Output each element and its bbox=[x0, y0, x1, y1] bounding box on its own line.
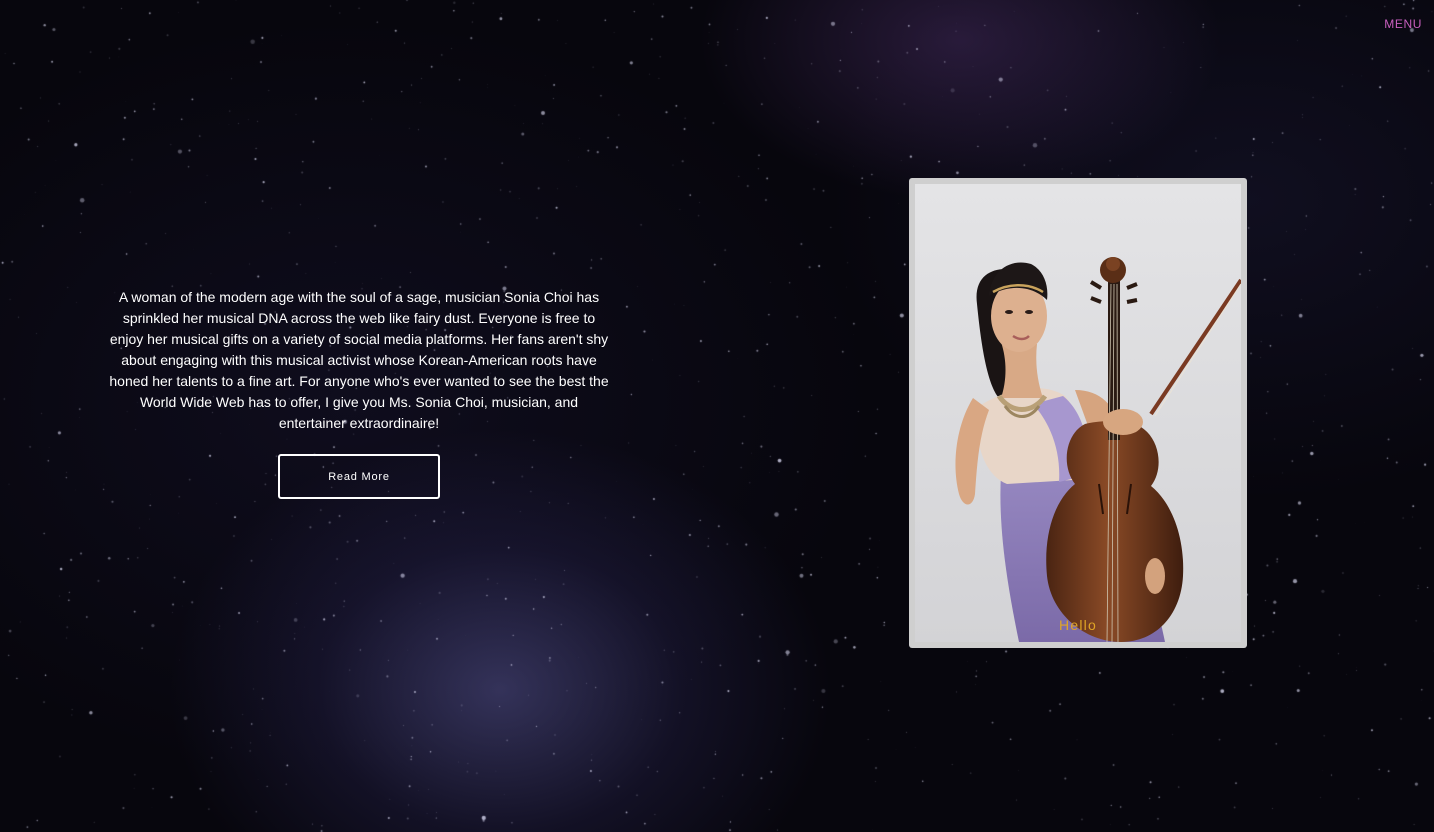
intro-section: A woman of the modern age with the soul … bbox=[108, 287, 610, 499]
intro-paragraph: A woman of the modern age with the soul … bbox=[109, 289, 609, 431]
portrait-photo: Hello bbox=[915, 184, 1241, 642]
photo-caption: Hello bbox=[1059, 617, 1097, 633]
read-more-button[interactable]: Read More bbox=[278, 454, 440, 499]
cellist-illustration bbox=[955, 257, 1241, 642]
menu-button[interactable]: MENU bbox=[1384, 17, 1422, 31]
portrait-frame: Hello bbox=[909, 178, 1247, 648]
